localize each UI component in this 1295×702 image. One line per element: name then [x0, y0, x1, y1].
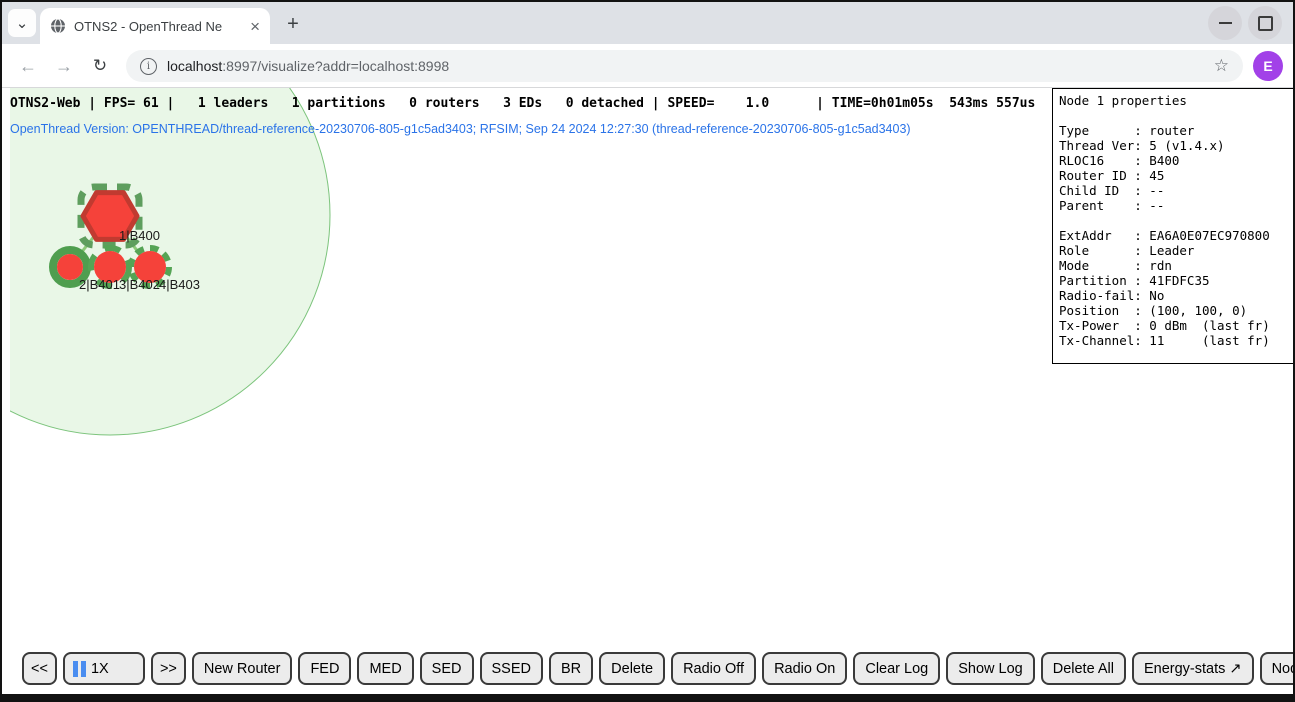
window-maximize-button[interactable]	[1248, 6, 1282, 40]
bookmark-star-icon[interactable]: ☆	[1214, 56, 1229, 76]
new-tab-button[interactable]: +	[280, 11, 306, 37]
maximize-icon	[1258, 16, 1273, 31]
radio-off-button[interactable]: Radio Off	[671, 652, 756, 685]
url-text: localhost:8997/visualize?addr=localhost:…	[167, 58, 1214, 74]
speed-down-button[interactable]: <<	[22, 652, 57, 685]
speed-up-button[interactable]: >>	[151, 652, 186, 685]
ssed-button[interactable]: SSED	[480, 652, 544, 685]
node-stats-button[interactable]: Node-stats ↗	[1260, 652, 1293, 685]
energy-stats-button[interactable]: Energy-stats ↗	[1132, 652, 1254, 685]
tab-close-icon[interactable]: ×	[250, 18, 260, 35]
br-button[interactable]: BR	[549, 652, 593, 685]
radio-on-button[interactable]: Radio On	[762, 652, 847, 685]
tab-otns2[interactable]: OTNS2 - OpenThread Ne ×	[40, 8, 270, 44]
tab-search-chevron-button[interactable]: ⌄	[8, 9, 36, 37]
globe-favicon-icon	[50, 18, 66, 34]
url-path: :8997/visualize?addr=localhost:8998	[222, 58, 449, 74]
site-info-icon[interactable]: i	[140, 58, 157, 75]
url-field[interactable]: i localhost:8997/visualize?addr=localhos…	[126, 50, 1243, 82]
pause-speed-button[interactable]: 1X	[63, 652, 145, 685]
action-toolbar: << 1X >> New Router FED MED SED SSED BR …	[22, 652, 1293, 685]
new-router-button[interactable]: New Router	[192, 652, 293, 685]
node-2-label: 2|B401	[79, 277, 120, 292]
plus-icon: +	[287, 13, 299, 36]
otns-visualization-page: OTNS2-Web | FPS= 61 | 1 leaders 1 partit…	[2, 88, 1293, 694]
node-1-label: 1|B400	[119, 228, 160, 243]
network-canvas[interactable]	[10, 88, 1050, 648]
address-bar: ← → ↻ i localhost:8997/visualize?addr=lo…	[2, 44, 1293, 88]
forward-arrow-icon: →	[55, 56, 73, 77]
forward-button[interactable]: →	[52, 54, 76, 78]
minimize-icon	[1219, 22, 1232, 24]
node-3-label: 3|B402	[119, 277, 160, 292]
back-button[interactable]: ←	[16, 54, 40, 78]
delete-all-button[interactable]: Delete All	[1041, 652, 1126, 685]
window-minimize-button[interactable]	[1208, 6, 1242, 40]
browser-window: ⌄ OTNS2 - OpenThread Ne × + ← →	[0, 0, 1295, 702]
pause-icon	[73, 661, 86, 677]
url-host: localhost	[167, 58, 222, 74]
med-button[interactable]: MED	[357, 652, 413, 685]
delete-button[interactable]: Delete	[599, 652, 665, 685]
reload-icon: ↻	[93, 56, 107, 76]
node-4-label: 4|B403	[159, 277, 200, 292]
chevron-down-icon: ⌄	[16, 14, 29, 32]
reload-button[interactable]: ↻	[88, 54, 112, 78]
back-arrow-icon: ←	[19, 56, 37, 77]
fed-button[interactable]: FED	[298, 652, 351, 685]
clear-log-button[interactable]: Clear Log	[853, 652, 940, 685]
show-log-button[interactable]: Show Log	[946, 652, 1035, 685]
profile-avatar[interactable]: E	[1253, 51, 1283, 81]
speed-label: 1X	[91, 661, 109, 677]
node-properties-body: Type : router Thread Ver: 5 (v1.4.x) RLO…	[1059, 123, 1289, 348]
openthread-version-line: OpenThread Version: OPENTHREAD/thread-re…	[10, 122, 911, 136]
tab-title: OTNS2 - OpenThread Ne	[74, 19, 244, 34]
sed-button[interactable]: SED	[420, 652, 474, 685]
tab-bar: ⌄ OTNS2 - OpenThread Ne × +	[2, 2, 1293, 44]
node-properties-panel: Node 1 properties Type : router Thread V…	[1052, 88, 1293, 364]
node-properties-title: Node 1 properties	[1059, 93, 1289, 108]
simulation-status-bar: OTNS2-Web | FPS= 61 | 1 leaders 1 partit…	[10, 96, 1035, 111]
